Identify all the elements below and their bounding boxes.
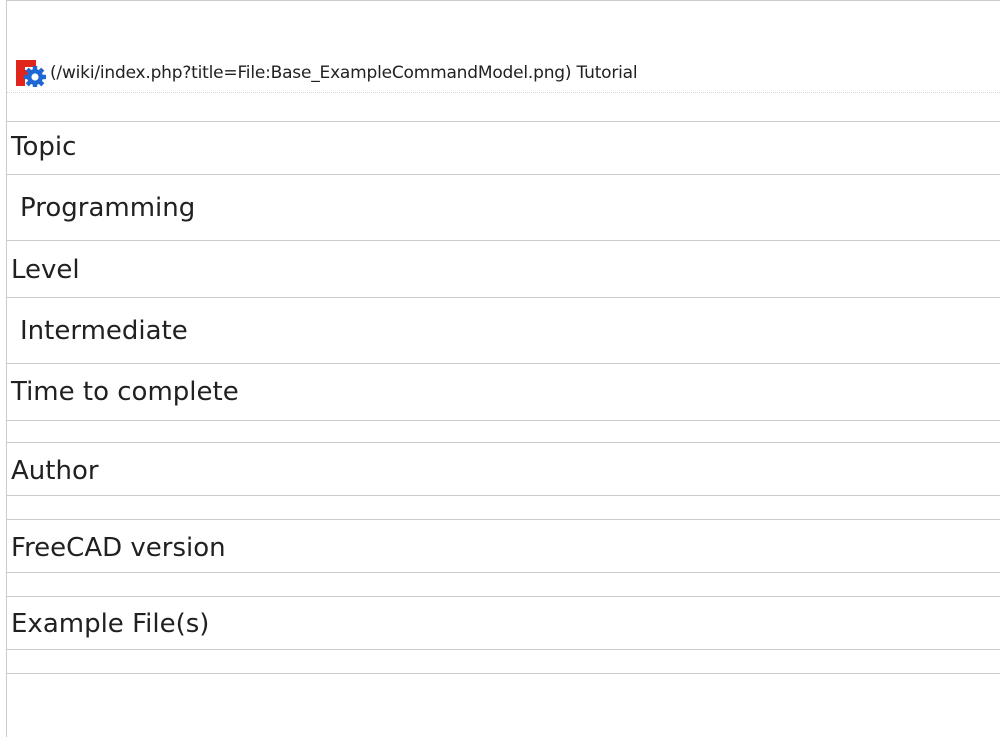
freecad-version-label: FreeCAD version	[11, 533, 226, 563]
level-label: Level	[11, 255, 80, 285]
row-version-label: FreeCAD version	[7, 519, 1000, 572]
row-example-files-label: Example File(s)	[7, 596, 1000, 649]
row-level-value: Intermediate	[7, 297, 1000, 363]
tutorial-infobox: (/wiki/index.php?title=File:Base_Example…	[6, 0, 1000, 737]
row-author-value	[7, 495, 1000, 520]
header-divider	[7, 92, 1000, 93]
topic-label: Topic	[11, 132, 77, 162]
infobox-footer-row	[7, 673, 1000, 739]
example-files-label: Example File(s)	[11, 609, 210, 639]
infobox-header-content: (/wiki/index.php?title=File:Base_Example…	[16, 58, 638, 88]
row-time-value	[7, 420, 1000, 443]
time-to-complete-label: Time to complete	[11, 377, 239, 407]
infobox-title: Tutorial	[576, 63, 638, 83]
row-author-label: Author	[7, 442, 1000, 495]
infobox-header: (/wiki/index.php?title=File:Base_Example…	[7, 1, 1000, 121]
row-topic-value: Programming	[7, 174, 1000, 240]
row-time-label: Time to complete	[7, 363, 1000, 420]
level-value: Intermediate	[20, 316, 188, 346]
freecad-logo-icon-svg	[16, 60, 46, 88]
header-image-link[interactable]: (/wiki/index.php?title=File:Base_Example…	[50, 63, 571, 83]
row-topic-label: Topic	[7, 121, 1000, 174]
row-version-value	[7, 572, 1000, 597]
row-example-files-value	[7, 649, 1000, 674]
row-level-label: Level	[7, 240, 1000, 297]
author-label: Author	[11, 456, 99, 486]
freecad-logo-icon[interactable]	[16, 59, 46, 88]
topic-value: Programming	[20, 193, 196, 223]
